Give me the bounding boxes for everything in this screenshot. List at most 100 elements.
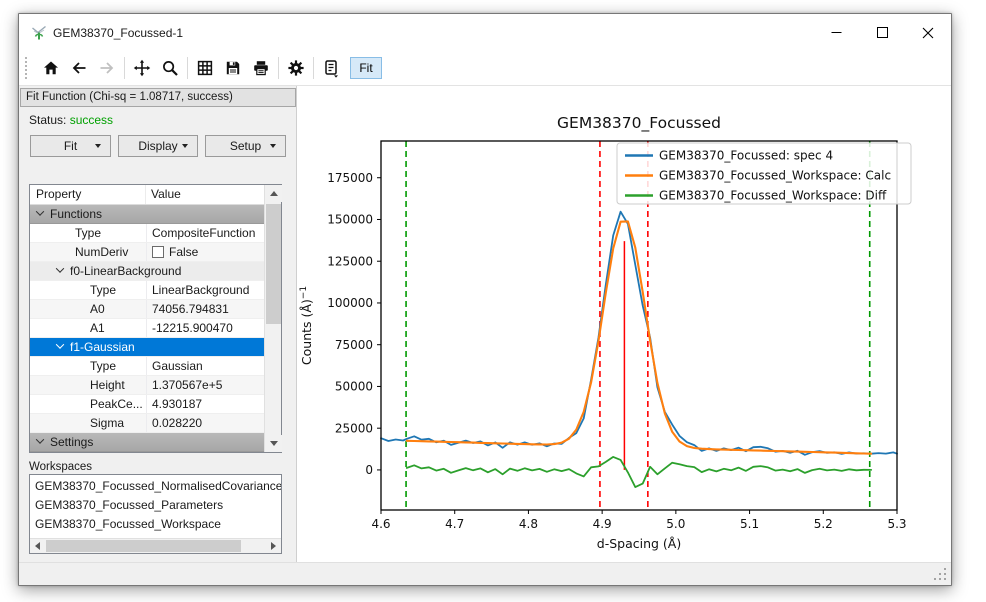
property-value[interactable]: LinearBackground [146, 281, 264, 299]
print-button[interactable] [248, 55, 274, 81]
script-options-icon [322, 59, 341, 78]
workspaces-label: Workspaces [29, 461, 92, 473]
workspace-item[interactable]: GEM38370_Focussed_NormalisedCovarianceMa… [30, 477, 281, 496]
property-row-Height[interactable]: Height1.370567e+5 [30, 376, 264, 395]
property-group-Settings[interactable]: Settings [30, 433, 264, 452]
triangle-up-icon [270, 191, 278, 196]
scrollbar-thumb[interactable] [266, 204, 281, 324]
property-row-Sigma[interactable]: Sigma0.028220 [30, 414, 264, 433]
svg-text:4.7: 4.7 [445, 517, 464, 531]
magnifier-icon [161, 59, 179, 77]
chevron-expanded-icon[interactable] [56, 264, 64, 272]
legend-label-1: GEM38370_Focussed_Workspace: Calc [659, 169, 891, 183]
workspaces-hscrollbar[interactable] [30, 538, 281, 553]
property-name: Type [30, 283, 146, 297]
property-table-header: Property Value [30, 185, 281, 205]
close-icon [922, 27, 934, 39]
property-group-Functions[interactable]: Functions [30, 205, 264, 224]
svg-text:50000: 50000 [335, 380, 373, 394]
property-row-A1[interactable]: A1-12215.900470 [30, 319, 264, 338]
workspace-item[interactable]: GEM38370_Focussed_Parameters [30, 496, 281, 515]
svg-text:5.2: 5.2 [814, 517, 833, 531]
plot-toolbar: Fit [19, 51, 951, 85]
printer-icon [252, 59, 270, 77]
scroll-up-button[interactable] [265, 185, 282, 202]
svg-text:150000: 150000 [327, 213, 373, 227]
column-header-property: Property [30, 185, 146, 204]
group-label: Functions [50, 207, 102, 221]
toolbar-drag-handle[interactable] [25, 57, 29, 79]
home-button[interactable] [38, 55, 64, 81]
property-value[interactable]: False [146, 243, 264, 261]
home-icon [42, 59, 60, 77]
function-row-f0-LinearBackground[interactable]: f0-LinearBackground [30, 262, 264, 281]
chevron-down-icon [270, 144, 276, 148]
forward-button[interactable] [94, 55, 120, 81]
checkbox-unchecked-icon[interactable] [152, 246, 164, 258]
scrollbar-thumb[interactable] [46, 540, 241, 552]
script-options-button[interactable] [318, 55, 344, 81]
window-content: Fit Function (Chi-sq = 1.08717, success)… [19, 85, 951, 563]
figure-canvas[interactable]: 4.64.74.84.95.05.15.25.30250005000075000… [297, 86, 952, 564]
back-button[interactable] [66, 55, 92, 81]
fit-menu-label: Fit [64, 139, 77, 153]
property-table-scrollbar[interactable] [264, 185, 281, 452]
group-label: f0-LinearBackground [70, 264, 181, 278]
property-row-Type[interactable]: TypeLinearBackground [30, 281, 264, 300]
fit-plot[interactable]: 4.64.74.84.95.05.15.25.30250005000075000… [297, 86, 952, 564]
grid-button[interactable] [192, 55, 218, 81]
settings-button[interactable] [283, 55, 309, 81]
property-value[interactable]: -12215.900470 [146, 319, 264, 337]
minimize-button[interactable] [813, 14, 859, 51]
property-row-PeakCe[interactable]: PeakCe...4.930187 [30, 395, 264, 414]
pan-button[interactable] [129, 55, 155, 81]
function-row-f1-Gaussian[interactable]: f1-Gaussian [30, 338, 264, 357]
close-button[interactable] [905, 14, 951, 51]
chevron-expanded-icon[interactable] [36, 207, 44, 215]
save-button[interactable] [220, 55, 246, 81]
fit-menu-button[interactable]: Fit [30, 135, 111, 157]
triangle-right-icon [271, 542, 276, 550]
forward-arrow-icon [98, 59, 116, 77]
resize-grip[interactable] [944, 578, 946, 580]
scroll-right-button[interactable] [266, 539, 281, 553]
toolbar-separator [124, 57, 125, 79]
svg-text:175000: 175000 [327, 171, 373, 185]
title-bar[interactable]: GEM38370_Focussed-1 [19, 14, 951, 51]
property-value[interactable]: 74056.794831 [146, 300, 264, 318]
svg-text:5.3: 5.3 [887, 517, 906, 531]
series-line-0 [381, 212, 897, 455]
property-row-NumDeriv[interactable]: NumDerivFalse [30, 243, 264, 262]
property-row-Type[interactable]: TypeCompositeFunction [30, 224, 264, 243]
svg-text:25000: 25000 [335, 421, 373, 435]
property-value[interactable]: 0.028220 [146, 414, 264, 432]
maximize-icon [877, 27, 888, 38]
property-value[interactable]: CompositeFunction [146, 224, 264, 242]
property-row-Type[interactable]: TypeGaussian [30, 357, 264, 376]
zoom-button[interactable] [157, 55, 183, 81]
svg-text:4.9: 4.9 [593, 517, 612, 531]
property-name: Type [30, 226, 146, 240]
window-title: GEM38370_Focussed-1 [53, 26, 183, 40]
svg-text:4.8: 4.8 [519, 517, 538, 531]
property-value[interactable]: 1.370567e+5 [146, 376, 264, 394]
scroll-down-button[interactable] [265, 435, 282, 452]
dock-title[interactable]: Fit Function (Chi-sq = 1.08717, success) [20, 88, 296, 107]
save-icon [224, 59, 242, 77]
series-line-1 [407, 221, 871, 453]
workspace-item[interactable]: GEM38370_Focussed_Workspace [30, 515, 281, 534]
scroll-left-button[interactable] [30, 539, 45, 553]
property-row-A0[interactable]: A074056.794831 [30, 300, 264, 319]
fit-property-table: Property Value FunctionsTypeCompositeFun… [29, 184, 282, 453]
y-axis-label: Counts (Å)−1 [299, 286, 314, 365]
triangle-left-icon [35, 542, 40, 550]
fit-toolbar-toggle[interactable]: Fit [350, 57, 382, 79]
property-value[interactable]: 4.930187 [146, 395, 264, 413]
property-value[interactable]: Gaussian [146, 357, 264, 375]
svg-text:125000: 125000 [327, 254, 373, 268]
chevron-expanded-icon[interactable] [56, 340, 64, 348]
chevron-expanded-icon[interactable] [36, 435, 44, 443]
maximize-button[interactable] [859, 14, 905, 51]
setup-menu-button[interactable]: Setup [205, 135, 286, 157]
display-menu-button[interactable]: Display [118, 135, 198, 157]
